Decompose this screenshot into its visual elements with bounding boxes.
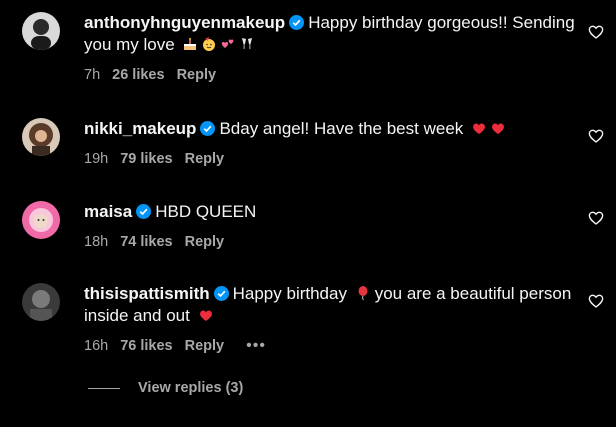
red-heart-emoji-icon xyxy=(492,123,504,134)
comment-text-block: thisispattismith Happy birthday you are a… xyxy=(84,283,576,327)
avatar[interactable] xyxy=(22,201,60,239)
comment-text-block: nikki_makeup Bday angel! Have the best we… xyxy=(84,118,576,140)
comment-text: Happy birthday xyxy=(232,284,347,303)
reply-button[interactable]: Reply xyxy=(177,67,217,83)
balloon-emoji-icon xyxy=(358,286,368,301)
comment-time: 19h xyxy=(84,151,109,167)
clinking-glasses-emoji-icon xyxy=(242,38,253,49)
likes-count[interactable]: 26 likes xyxy=(112,67,164,83)
verified-badge-icon xyxy=(289,15,305,30)
red-heart-emoji-icon xyxy=(199,310,212,321)
like-heart-icon[interactable] xyxy=(588,210,604,226)
comment-meta: 7h 26 likes Reply xyxy=(84,65,576,85)
like-heart-icon[interactable] xyxy=(588,128,604,144)
avatar[interactable] xyxy=(22,118,60,156)
view-replies-button[interactable]: View replies (3) xyxy=(88,380,243,396)
verified-badge-icon xyxy=(200,121,216,136)
cake-emoji-icon xyxy=(184,38,197,50)
reply-button[interactable]: Reply xyxy=(185,234,225,250)
reply-button[interactable]: Reply xyxy=(185,151,225,167)
comment-meta: 18h 74 likes Reply xyxy=(84,232,576,252)
comment-text: HBD QUEEN xyxy=(155,202,257,221)
party-face-emoji-icon xyxy=(203,37,216,51)
red-heart-emoji-icon xyxy=(473,123,485,134)
comment-time: 18h xyxy=(84,234,109,250)
divider-line xyxy=(88,387,120,389)
likes-count[interactable]: 76 likes xyxy=(120,338,172,354)
comment-time: 16h xyxy=(84,338,109,354)
comment-list: anthonyhnguyenmakeup Happy birthday gorge… xyxy=(0,0,616,427)
likes-count[interactable]: 79 likes xyxy=(120,151,172,167)
likes-count[interactable]: 74 likes xyxy=(120,234,172,250)
verified-badge-icon xyxy=(136,204,152,219)
comment-time: 7h xyxy=(84,67,101,83)
avatar[interactable] xyxy=(22,283,60,321)
like-heart-icon[interactable] xyxy=(588,24,604,40)
like-heart-icon[interactable] xyxy=(588,293,604,309)
view-replies-label: View replies (3) xyxy=(138,380,244,396)
comment-meta: 19h 79 likes Reply xyxy=(84,149,576,169)
comment-text-block: maisa HBD QUEEN xyxy=(84,201,576,223)
two-hearts-emoji-icon xyxy=(222,39,234,48)
comment-username[interactable]: anthonyhnguyenmakeup xyxy=(84,13,285,32)
comment-text: Bday angel! Have the best week xyxy=(219,119,464,138)
verified-badge-icon xyxy=(213,286,229,301)
comment-meta: 16h 76 likes Reply ••• xyxy=(84,336,576,356)
avatar[interactable] xyxy=(22,12,60,50)
comment-username[interactable]: maisa xyxy=(84,202,132,221)
comment-username[interactable]: thisispattismith xyxy=(84,284,210,303)
reply-button[interactable]: Reply xyxy=(185,338,225,354)
more-options-button[interactable]: ••• xyxy=(246,338,266,354)
comment-text-block: anthonyhnguyenmakeup Happy birthday gorge… xyxy=(84,12,576,56)
comment-username[interactable]: nikki_makeup xyxy=(84,119,196,138)
